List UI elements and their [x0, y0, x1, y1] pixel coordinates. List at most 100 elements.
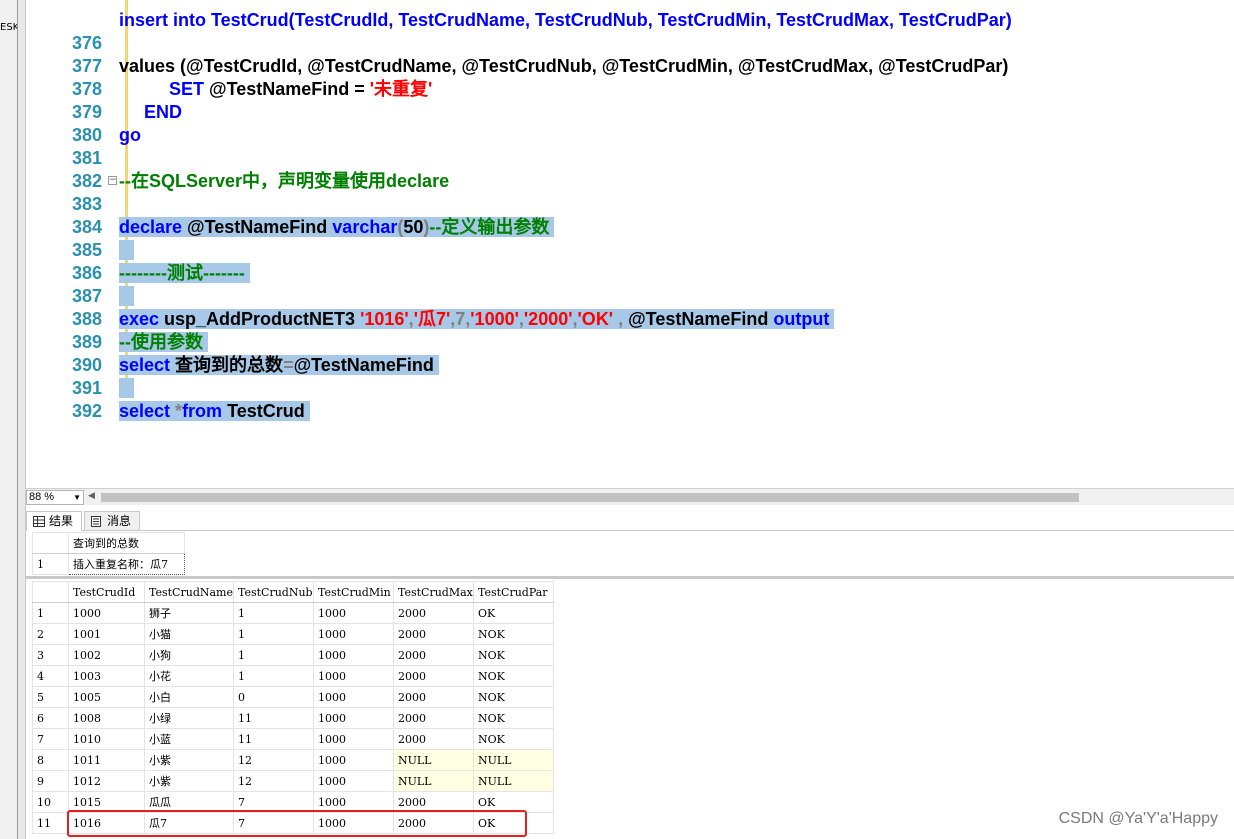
table-cell[interactable]: NOK	[472, 707, 554, 729]
table-cell[interactable]: OK	[472, 602, 554, 624]
table-row[interactable]: 5 1005 小白 0 1000 2000 NOK	[32, 686, 554, 708]
scroll-left-icon[interactable]: ◀	[88, 491, 95, 501]
table-cell[interactable]: 1	[232, 644, 314, 666]
table-cell[interactable]: 小绿	[144, 707, 234, 729]
column-header[interactable]: TestCrudId	[68, 581, 145, 603]
row-number[interactable]: 10	[32, 791, 69, 813]
table-cell[interactable]: 1000	[312, 770, 394, 792]
table-cell[interactable]: 1003	[68, 665, 145, 687]
row-number[interactable]: 1	[32, 553, 69, 575]
table-cell[interactable]: 1000	[312, 749, 394, 771]
code-line-375: insert into TestCrud(TestCrudId, TestCru…	[26, 0, 1234, 30]
table-cell[interactable]: 12	[232, 770, 314, 792]
column-header[interactable]: 查询到的总数	[68, 532, 185, 554]
table-cell[interactable]: NOK	[472, 728, 554, 750]
row-number[interactable]: 1	[32, 602, 69, 624]
column-header[interactable]: TestCrudMin	[312, 581, 394, 603]
column-header[interactable]: TestCrudMax	[392, 581, 474, 603]
row-number[interactable]: 2	[32, 623, 69, 645]
table-row[interactable]: 1 1000 狮子 1 1000 2000 OK	[32, 602, 554, 624]
table-cell[interactable]: 1	[232, 623, 314, 645]
table-cell[interactable]: NOK	[472, 644, 554, 666]
table-cell[interactable]: 1010	[68, 728, 145, 750]
column-header[interactable]: TestCrudNub	[232, 581, 314, 603]
table-cell[interactable]: 小狗	[144, 644, 234, 666]
table-cell[interactable]: 小紫	[144, 770, 234, 792]
column-header[interactable]: TestCrudPar	[472, 581, 554, 603]
table-cell[interactable]: 2000	[392, 665, 474, 687]
watermark: CSDN @Ya'Y'a'Happy	[1058, 810, 1218, 827]
code-line-388: 388 --使用参数	[26, 285, 1234, 352]
table-cell[interactable]: 2000	[392, 686, 474, 708]
table-cell[interactable]: 1005	[68, 686, 145, 708]
pane-splitter[interactable]	[18, 0, 26, 839]
table-cell[interactable]: 1	[232, 665, 314, 687]
table-cell[interactable]: NULL	[472, 770, 554, 792]
table-cell[interactable]: 1000	[312, 644, 394, 666]
table-cell[interactable]: NOK	[472, 623, 554, 645]
table-cell[interactable]: 11	[232, 728, 314, 750]
table-row[interactable]: 7 1010 小蓝 11 1000 2000 NOK	[32, 728, 554, 750]
tab-results[interactable]: 结果	[26, 511, 82, 531]
table-cell[interactable]: 1000	[312, 707, 394, 729]
column-header[interactable]: TestCrudName	[144, 581, 234, 603]
table-cell[interactable]: NOK	[472, 665, 554, 687]
table-cell[interactable]: 小花	[144, 665, 234, 687]
table-cell[interactable]: 0	[232, 686, 314, 708]
table-cell[interactable]: 11	[232, 707, 314, 729]
collapse-marker-icon[interactable]: −	[108, 176, 117, 185]
table-row[interactable]: 9 1012 小紫 12 1000 NULL NULL	[32, 770, 554, 792]
table-cell[interactable]: 2000	[392, 707, 474, 729]
table-cell[interactable]: NULL	[472, 749, 554, 771]
table-cell[interactable]: 狮子	[144, 602, 234, 624]
table-cell[interactable]: 1001	[68, 623, 145, 645]
result-grid-1: 查询到的总数 1 插入重复名称：瓜7	[32, 532, 185, 575]
table-cell[interactable]: 1002	[68, 644, 145, 666]
table-row[interactable]: 3 1002 小狗 1 1000 2000 NOK	[32, 644, 554, 666]
row-number[interactable]: 9	[32, 770, 69, 792]
table-cell[interactable]: 1000	[312, 728, 394, 750]
table-cell[interactable]: 1011	[68, 749, 145, 771]
code-line-382: 382	[26, 147, 1234, 191]
table-cell[interactable]: 小蓝	[144, 728, 234, 750]
table-cell[interactable]: 1012	[68, 770, 145, 792]
row-number[interactable]: 5	[32, 686, 69, 708]
table-row[interactable]: 8 1011 小紫 12 1000 NULL NULL	[32, 749, 554, 771]
table-cell[interactable]: 2000	[392, 728, 474, 750]
table-cell[interactable]: 1	[232, 602, 314, 624]
row-number[interactable]: 8	[32, 749, 69, 771]
table-cell[interactable]: 2000	[392, 644, 474, 666]
table-cell[interactable]: 12	[232, 749, 314, 771]
editor-status-bar: 88 % ▼ ◀	[26, 488, 1234, 505]
table-cell[interactable]: 1000	[312, 623, 394, 645]
table-row[interactable]: 4 1003 小花 1 1000 2000 NOK	[32, 665, 554, 687]
table-cell[interactable]: 1000	[68, 602, 145, 624]
table-cell[interactable]: NOK	[472, 686, 554, 708]
table-row[interactable]: 6 1008 小绿 11 1000 2000 NOK	[32, 707, 554, 729]
table-row[interactable]: 2 1001 小猫 1 1000 2000 NOK	[32, 623, 554, 645]
horizontal-scrollbar-thumb[interactable]	[101, 493, 1079, 502]
table-cell[interactable]: 小紫	[144, 749, 234, 771]
table-cell[interactable]: 2000	[392, 602, 474, 624]
tab-messages[interactable]: 消息	[84, 511, 140, 531]
table-cell[interactable]: 小白	[144, 686, 234, 708]
table-cell[interactable]: 1000	[312, 686, 394, 708]
query-editor[interactable]: insert into TestCrud(TestCrudId, TestCru…	[26, 0, 1234, 488]
row-number[interactable]: 3	[32, 644, 69, 666]
table-cell[interactable]: NULL	[392, 749, 474, 771]
table-cell[interactable]: 1008	[68, 707, 145, 729]
row-number[interactable]: 11	[32, 812, 69, 834]
row-number[interactable]: 7	[32, 728, 69, 750]
row-number[interactable]: 6	[32, 707, 69, 729]
table-cell[interactable]: 小猫	[144, 623, 234, 645]
table-cell[interactable]: NULL	[392, 770, 474, 792]
table-cell[interactable]: 1000	[312, 602, 394, 624]
results-pane: 结果 消息 查询到的总数 1 插入重复名称：瓜7 TestCrudIdTest	[26, 505, 1234, 839]
zoom-select[interactable]: 88 % ▼	[26, 490, 84, 505]
row-number[interactable]: 4	[32, 665, 69, 687]
result-grid-separator[interactable]	[26, 576, 1234, 579]
table-cell[interactable]: 1000	[312, 665, 394, 687]
result-cell[interactable]: 插入重复名称：瓜7	[68, 553, 185, 575]
table-cell[interactable]: 2000	[392, 623, 474, 645]
tab-results-label: 结果	[49, 514, 74, 528]
